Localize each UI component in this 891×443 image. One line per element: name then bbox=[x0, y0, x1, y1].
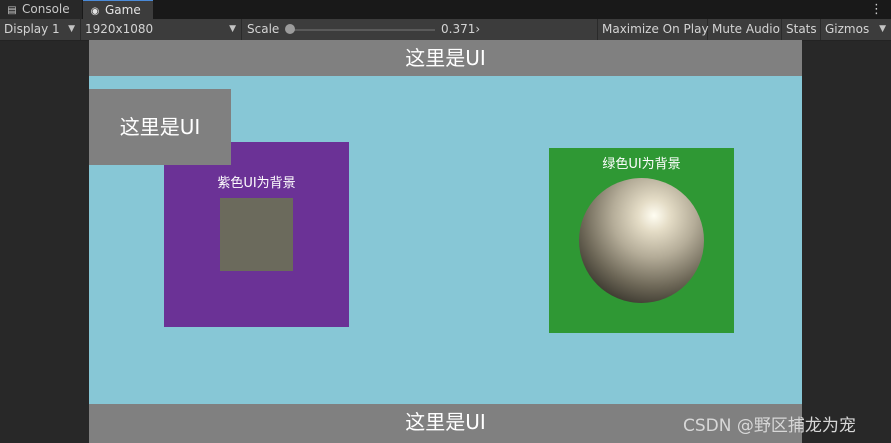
game-toolbar: Display 1 ▼ 1920x1080 ▼ Scale 0.371› Max… bbox=[0, 19, 891, 41]
gray-cube-object bbox=[220, 198, 293, 271]
tab-console-label: Console bbox=[22, 2, 70, 16]
stats-button[interactable]: Stats bbox=[782, 19, 821, 40]
top-ui-banner: 这里是UI bbox=[89, 40, 802, 76]
stats-label: Stats bbox=[786, 22, 817, 36]
chevron-down-icon: ▼ bbox=[879, 24, 886, 34]
green-panel-label: 绿色UI为背景 bbox=[602, 157, 681, 172]
more-options-icon[interactable]: ⋮ bbox=[870, 0, 883, 19]
display-dropdown-label: Display 1 bbox=[4, 22, 60, 36]
gizmos-label: Gizmos bbox=[825, 22, 870, 36]
resolution-dropdown-label: 1920x1080 bbox=[85, 22, 154, 36]
chevron-down-icon: ▼ bbox=[68, 24, 75, 34]
scale-value: 0.371› bbox=[441, 22, 481, 36]
scale-slider[interactable] bbox=[290, 29, 435, 31]
chevron-down-icon: ▼ bbox=[229, 24, 236, 34]
scale-label: Scale bbox=[247, 22, 280, 36]
tab-console[interactable]: ▤ Console bbox=[0, 0, 82, 19]
maximize-on-play-label: Maximize On Play bbox=[602, 22, 709, 36]
console-icon: ▤ bbox=[7, 5, 17, 16]
purple-ui-panel: 紫色UI为背景 bbox=[164, 142, 349, 327]
display-dropdown[interactable]: Display 1 ▼ bbox=[0, 19, 81, 40]
resolution-dropdown[interactable]: 1920x1080 ▼ bbox=[81, 19, 242, 40]
scale-control: Scale 0.371› bbox=[242, 19, 598, 40]
gizmos-dropdown[interactable]: Gizmos ▼ bbox=[821, 19, 891, 40]
game-viewport[interactable]: 这里是UI 紫色UI为背景 这里是UI 绿色UI为背景 这里是UI bbox=[89, 40, 802, 443]
floating-ui-label: 这里是UI bbox=[89, 89, 231, 165]
maximize-on-play-button[interactable]: Maximize On Play bbox=[598, 19, 709, 40]
sphere-object bbox=[579, 178, 704, 303]
tab-strip: ▤ Console ◉ Game ⋮ bbox=[0, 0, 891, 19]
tab-game[interactable]: ◉ Game bbox=[83, 0, 153, 19]
watermark: CSDN @野区捕龙为宠 bbox=[683, 416, 856, 436]
mute-audio-button[interactable]: Mute Audio bbox=[708, 19, 782, 40]
scale-slider-handle[interactable] bbox=[285, 24, 295, 34]
purple-panel-label: 紫色UI为背景 bbox=[217, 176, 296, 191]
green-ui-panel: 绿色UI为背景 bbox=[549, 148, 734, 333]
mute-audio-label: Mute Audio bbox=[712, 22, 780, 36]
tab-game-label: Game bbox=[105, 3, 141, 17]
